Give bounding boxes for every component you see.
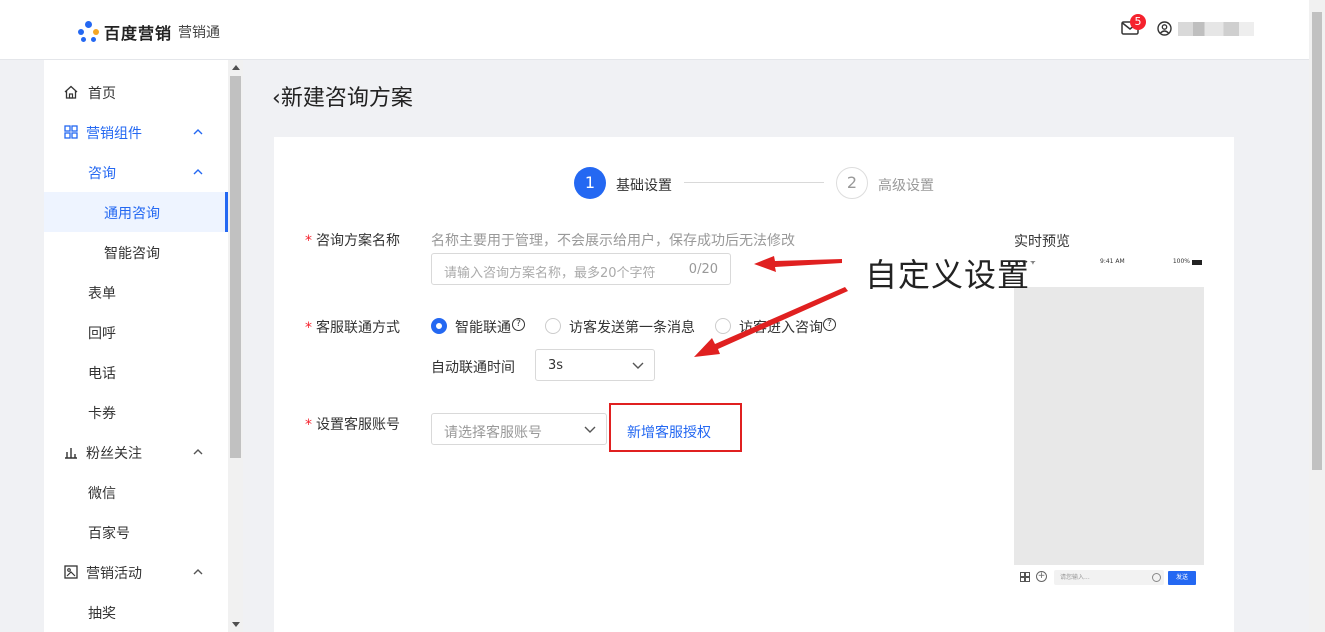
account-select[interactable]: 请选择客服账号 [431,413,607,445]
chevron-up-icon [193,129,203,135]
sidebar-item-lottery[interactable]: 抽奖 [44,592,228,632]
sidebar-item-wechat[interactable]: 微信 [44,472,228,512]
plan-name-input[interactable]: 请输入咨询方案名称，最多20个字符 0/20 [431,253,731,285]
sidebar-item-label: 粉丝关注 [86,446,142,462]
sidebar-item-label: 智能咨询 [104,246,160,262]
logo[interactable]: 百度营销 营销通 [78,20,220,44]
sidebar-item-label: 电话 [88,366,116,382]
step-1-label: 基础设置 [616,178,672,194]
emoji-icon [1152,573,1161,582]
plan-name-label: * 咨询方案名称 [305,233,400,249]
auto-time-label: 自动联通时间 [431,360,515,376]
chevron-up-icon [193,169,203,175]
help-icon[interactable]: ? [823,318,836,331]
back-chevron-icon[interactable]: ‹ [272,86,281,111]
phone-status-bar: •••• ᯤ 9:41 AM 100% [1014,258,1204,268]
baidu-logo-icon [78,21,100,43]
scroll-up-arrow-icon[interactable] [232,65,240,70]
annotation-text: 自定义设置 [865,256,1031,294]
chevron-down-icon [632,362,644,369]
user-name-blurred[interactable] [1178,22,1254,36]
sidebar-item-label: 回呼 [88,326,116,342]
sidebar-item-consult[interactable]: 咨询 [44,152,228,192]
sidebar-item-label: 抽奖 [88,606,116,622]
sidebar-item-label: 营销组件 [86,126,142,142]
step-1-indicator: 1 [574,167,606,199]
radio-smart-connect[interactable] [431,318,447,334]
sidebar-item-form[interactable]: 表单 [44,272,228,312]
sidebar-item-fans-follow[interactable]: 粉丝关注 [44,432,228,472]
radio-enter-consult[interactable] [715,318,731,334]
sidebar-item-general-consult[interactable]: 通用咨询 [44,192,228,232]
status-time: 9:41 AM [1100,258,1125,265]
plan-name-counter: 0/20 [688,262,718,277]
sidebar-item-label: 百家号 [88,526,130,542]
image-icon [64,565,78,579]
top-bar: 百度营销 营销通 5 [0,0,1309,60]
preview-title: 实时预览 [1014,234,1070,250]
sidebar-item-label: 卡券 [88,406,116,422]
sidebar-item-label: 表单 [88,286,116,302]
sidebar-item-marketing-activity[interactable]: 营销活动 [44,552,228,592]
user-icon[interactable] [1157,21,1172,36]
step-connector [684,182,824,183]
connect-method-label: * 客服联通方式 [305,320,400,336]
page-scroll-thumb[interactable] [1312,12,1322,470]
phone-input-bar: + 请您输入... 发送 [1014,568,1204,588]
home-icon [64,85,78,99]
plan-name-hint: 名称主要用于管理，不会展示给用户，保存成功后无法修改 [431,233,795,249]
phone-message-input: 请您输入... [1054,570,1164,585]
sidebar-item-label: 通用咨询 [104,206,160,222]
radio-enter-consult-label[interactable]: 访客进入咨询 [739,317,823,337]
phone-preview-body [1014,287,1204,565]
sidebar-item-home[interactable]: 首页 [44,72,228,112]
sidebar-item-smart-consult[interactable]: 智能咨询 [44,232,228,272]
radio-first-message-label[interactable]: 访客发送第一条消息 [569,317,695,337]
sidebar-item-label: 微信 [88,486,116,502]
step-2-indicator[interactable]: 2 [836,167,868,199]
sidebar-item-marketing-components[interactable]: 营销组件 [44,112,228,152]
sidebar-scrollbar[interactable] [228,60,243,632]
battery-icon [1192,260,1202,265]
auto-time-select[interactable]: 3s [535,349,655,381]
sidebar-scroll-thumb[interactable] [230,76,241,458]
sidebar-item-label: 咨询 [88,166,116,182]
sidebar-item-phone[interactable]: 电话 [44,352,228,392]
grid-icon [1020,572,1030,582]
chevron-up-icon [193,569,203,575]
product-name: 营销通 [178,25,221,41]
add-service-auth-link[interactable]: 新增客服授权 [609,403,742,452]
phone-send-button: 发送 [1168,571,1196,585]
chevron-up-icon [193,449,203,455]
radio-first-message[interactable] [545,318,561,334]
chevron-down-icon [584,426,596,433]
status-battery: 100% [1172,258,1190,265]
mail-badge: 5 [1130,14,1146,30]
radio-smart-connect-label[interactable]: 智能联通 [455,317,511,337]
plus-icon: + [1036,571,1047,582]
sidebar-item-label: 营销活动 [86,566,142,582]
sidebar-item-label: 首页 [88,86,116,102]
brand-name: 百度营销 [104,24,173,43]
sidebar-item-baijiahao[interactable]: 百家号 [44,512,228,552]
scroll-down-arrow-icon[interactable] [232,622,240,627]
account-label: * 设置客服账号 [305,417,400,433]
sidebar-item-callback[interactable]: 回呼 [44,312,228,352]
plan-name-placeholder: 请输入咨询方案名称，最多20个字符 [444,266,656,281]
sidebar-item-coupon[interactable]: 卡券 [44,392,228,432]
help-icon[interactable]: ? [512,318,525,331]
page-title[interactable]: ‹新建咨询方案 [272,80,413,112]
grid-icon [64,125,78,139]
page-scrollbar[interactable] [1309,0,1325,632]
step-2-label[interactable]: 高级设置 [878,175,934,195]
bar-chart-icon [65,448,77,459]
sidebar: 首页 营销组件 咨询 通用咨询 智能咨询 表单 回呼 电话 卡券 粉丝关注 微信… [44,60,228,632]
